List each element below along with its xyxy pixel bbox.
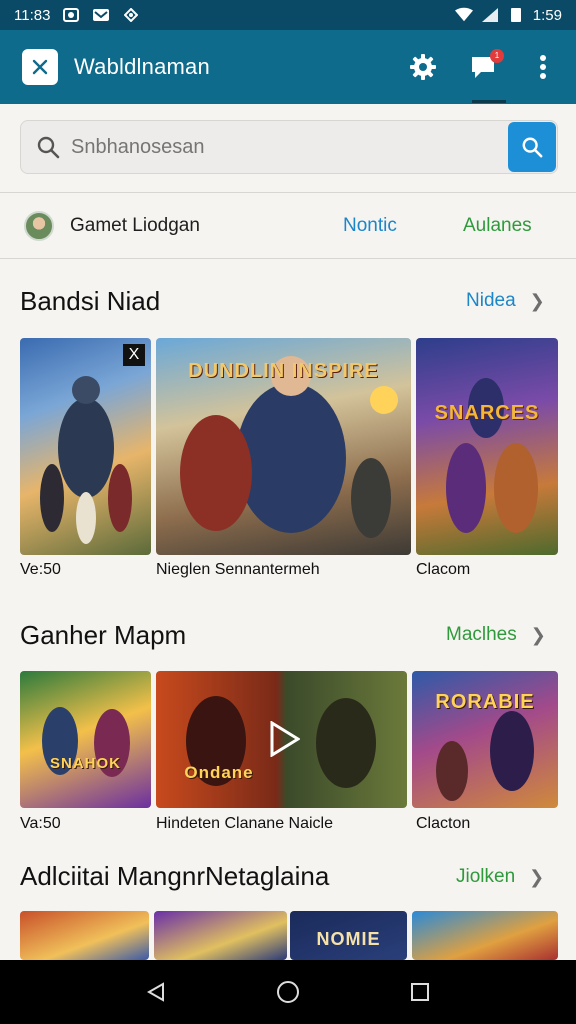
play-button[interactable] — [268, 720, 301, 758]
profile-row: Gamet Liodgan Nontic Aulanes — [0, 196, 576, 256]
tile-label: Ve:50 — [20, 561, 61, 578]
tile-label: Va:50 — [20, 815, 61, 832]
tile-art-title: NOMIE — [316, 929, 381, 949]
divider — [0, 258, 576, 259]
section-title: Bandsi Niad — [20, 286, 161, 316]
profile-name[interactable]: Gamet Liodgan — [70, 215, 200, 237]
tile-art-title: Ondane — [184, 763, 254, 782]
system-nav-bar — [0, 960, 576, 1024]
chevron-right-icon: ❯ — [529, 866, 545, 887]
notification-badge: 1 — [490, 49, 504, 63]
more-vert-icon — [540, 55, 546, 79]
signal-icon — [481, 7, 499, 23]
battery-icon — [507, 7, 525, 23]
status-time-right: 1:59 — [532, 6, 562, 24]
recents-icon — [411, 983, 429, 1001]
close-icon — [32, 59, 48, 75]
app-bar: Wabldlnaman 1 — [0, 30, 576, 104]
game-tile[interactable] — [20, 911, 149, 960]
game-tile[interactable]: X — [20, 338, 151, 555]
settings-button[interactable] — [408, 52, 438, 82]
game-tile[interactable]: NOMIE — [290, 911, 407, 960]
avatar[interactable] — [24, 211, 54, 241]
section-title: Adlciitai MangnrNetaglaina — [20, 861, 330, 891]
tile-label: Hindeten Clanane Naicle — [156, 815, 333, 832]
tile-art-title: SNARCES — [434, 402, 540, 424]
section-see-more[interactable]: Jiolken ❯ — [456, 866, 544, 888]
search-input[interactable] — [71, 135, 451, 159]
search-bar — [20, 120, 558, 174]
section-title: Ganher Mapm — [20, 620, 187, 650]
tile-art-title: DUNDLIN INSPIRE — [188, 360, 379, 382]
status-bar: 11:83 1:59 — [0, 0, 576, 30]
back-button[interactable] — [136, 972, 176, 1012]
search-icon — [35, 134, 61, 160]
game-art — [446, 378, 538, 533]
section-see-more[interactable]: Maclhes ❯ — [446, 624, 546, 646]
home-icon — [277, 981, 299, 1003]
game-tile[interactable]: Ondane — [156, 671, 407, 808]
tile-label: Clacton — [416, 815, 471, 832]
home-button[interactable] — [268, 972, 308, 1012]
tab-indicator — [472, 100, 506, 103]
app-actions: 1 — [408, 49, 558, 82]
profile-link-secondary[interactable]: Aulanes — [463, 215, 532, 237]
mail-icon — [92, 7, 110, 23]
tile-art-title: SNAHOK — [49, 755, 121, 772]
profile-link-primary[interactable]: Nontic — [343, 215, 397, 237]
section-link-label: Jiolken — [456, 866, 516, 887]
section-see-more[interactable]: Nidea ❯ — [466, 290, 545, 312]
tile-badge: X — [123, 344, 145, 366]
tile-label: Nieglen Sennantermeh — [156, 561, 320, 578]
game-art — [40, 376, 132, 544]
search-icon — [522, 137, 543, 158]
divider — [0, 192, 576, 193]
game-tile[interactable]: SNAHOK — [20, 671, 151, 808]
more-options-button[interactable] — [528, 52, 558, 82]
game-art — [42, 707, 130, 777]
tile-label: Clacom — [416, 561, 471, 578]
close-button[interactable] — [22, 49, 58, 85]
game-tile[interactable] — [412, 911, 558, 960]
location-icon — [122, 7, 140, 23]
play-icon — [270, 720, 301, 758]
back-icon — [146, 982, 164, 1002]
app-title: Wabldlnaman — [74, 54, 210, 79]
recents-button[interactable] — [400, 972, 440, 1012]
gallery-icon — [62, 7, 80, 23]
notifications-button[interactable]: 1 — [468, 49, 504, 82]
status-left: 11:83 — [14, 7, 140, 24]
game-tile[interactable] — [154, 911, 287, 960]
gear-icon — [410, 54, 436, 80]
status-time: 11:83 — [14, 6, 51, 24]
chevron-right-icon: ❯ — [529, 290, 545, 311]
tile-art-title: RORABIE — [435, 691, 535, 713]
game-tile[interactable]: RORABIE — [412, 671, 558, 808]
game-tile[interactable]: DUNDLIN INSPIRE — [156, 338, 411, 555]
section-link-label: Maclhes — [446, 624, 517, 645]
section-link-label: Nidea — [466, 290, 516, 311]
chevron-right-icon: ❯ — [530, 624, 546, 645]
game-tile[interactable]: SNARCES — [416, 338, 558, 555]
status-right: 1:59 — [454, 6, 562, 24]
search-button[interactable] — [508, 122, 556, 172]
wifi-icon — [454, 7, 473, 23]
